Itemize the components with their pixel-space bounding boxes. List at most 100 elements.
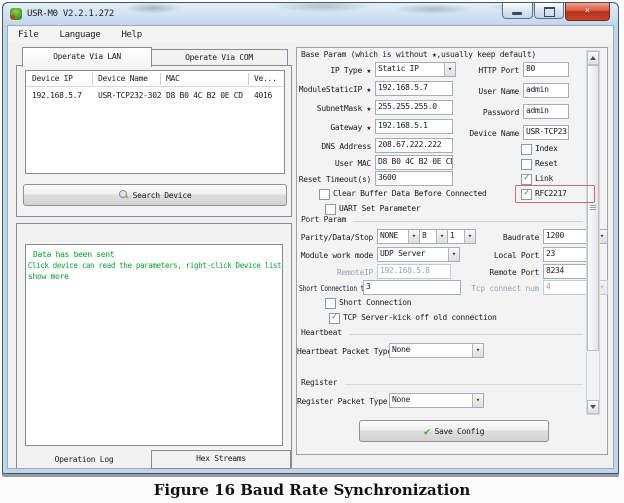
chevron-down-icon: ▾ (472, 344, 483, 357)
tcp-connect-num-label: Tcp connect num (463, 282, 539, 295)
gateway-input[interactable]: 192.168.5.1 (375, 119, 453, 134)
col-device-name[interactable]: Device Name (98, 73, 148, 85)
log-line: show more (26, 271, 282, 282)
kick-old-connection-checkbox[interactable]: ✓ (329, 313, 340, 324)
subnet-mask-input[interactable]: 255.255.255.0 (375, 100, 453, 115)
close-button[interactable]: ✕ (565, 3, 610, 21)
ip-type-select[interactable]: Static IP▾ (375, 62, 456, 77)
search-device-button[interactable]: Search Device (23, 184, 287, 206)
device-name-input[interactable]: USR-TCP23 (523, 125, 569, 140)
link-checkbox[interactable]: ✓ (521, 174, 532, 185)
scroll-up-button[interactable] (587, 51, 599, 65)
module-static-ip-label: ModuleStaticIP ★ (297, 83, 371, 96)
col-version[interactable]: Ve... (254, 73, 277, 85)
menu-bar: File Language Help (8, 26, 613, 43)
parity-data-stop-label: Parity/Data/Stop (297, 231, 373, 244)
log-tab-control: Data has been sent Click device can read… (16, 223, 292, 468)
scrollbar[interactable] (586, 50, 600, 415)
lan-tab-page: Device IP Device Name MAC Ve... 192.168.… (16, 65, 292, 217)
save-check-icon: ✔ (424, 426, 431, 437)
arrow-up-icon (590, 56, 596, 60)
save-config-button[interactable]: ✔ Save Config (359, 420, 549, 442)
maximize-icon (544, 7, 555, 17)
cell-device-name: USR-TCP232-302 (98, 90, 161, 102)
figure-caption: Figure 16 Baud Rate Synchronization (0, 481, 624, 499)
app-window: USR-M0 V2.2.1.272 ✕ File Language Help O… (2, 2, 619, 474)
col-device-ip[interactable]: Device IP (32, 73, 73, 85)
short-connection-checkbox[interactable] (325, 298, 336, 309)
minimize-button[interactable] (502, 3, 533, 19)
log-line: Click device can read the parameters, ri… (26, 260, 262, 271)
module-static-ip-input[interactable]: 192.168.5.7 (375, 81, 453, 96)
port-param-header: Port Param (301, 215, 349, 224)
gateway-label: Gateway ★ (297, 121, 371, 134)
register-packet-type-select[interactable]: None▾ (389, 393, 484, 408)
baudrate-label: Baudrate (467, 231, 539, 244)
parity-select[interactable]: NONE▾ (377, 229, 420, 244)
ip-type-label: IP Type ★ (297, 64, 371, 77)
uart-set-label: UART Set Parameter (339, 202, 420, 215)
http-port-input[interactable]: 80 (523, 62, 569, 77)
chevron-down-icon: ▾ (436, 230, 447, 243)
cell-version: 4016 (254, 90, 272, 102)
password-input[interactable]: admin (523, 104, 569, 119)
dns-address-label: DNS Address (297, 140, 371, 153)
dns-address-input[interactable]: 208.67.222.222 (375, 138, 453, 153)
tab-operation-log[interactable]: Operation Log (17, 452, 151, 468)
short-connection-label: Short Connection (339, 296, 411, 309)
window-title: USR-M0 V2.2.1.272 (27, 3, 114, 25)
local-port-label: Local Port (467, 249, 539, 262)
http-port-label: HTTP Port (451, 64, 519, 77)
cell-device-ip: 192.168.5.7 (32, 90, 82, 102)
operation-log-panel[interactable]: Data has been sent Click device can read… (25, 244, 283, 446)
title-bar[interactable]: USR-M0 V2.2.1.272 ✕ (3, 3, 618, 25)
minimize-icon (512, 12, 522, 15)
menu-language[interactable]: Language (57, 30, 102, 40)
scrollbar-thumb[interactable] (587, 65, 599, 351)
client-area: File Language Help Operate Via LAN Opera… (7, 25, 614, 469)
reset-label: Reset (535, 157, 558, 170)
work-mode-label: Module work mode (297, 249, 373, 262)
kick-old-connection-label: TCP Server-kick off old connection (343, 311, 497, 324)
user-name-input[interactable]: admin (523, 83, 569, 98)
index-checkbox[interactable] (521, 144, 532, 155)
index-label: Index (535, 142, 558, 155)
arrow-down-icon (590, 405, 596, 409)
chevron-down-icon: ▾ (448, 248, 459, 261)
reset-checkbox[interactable] (521, 159, 532, 170)
app-icon (10, 8, 22, 20)
subnet-mask-label: SubnetMask ★ (297, 102, 371, 115)
tab-hex-streams[interactable]: Hex Streams (151, 450, 291, 469)
chevron-down-icon: ▾ (408, 230, 419, 243)
link-label: Link (535, 172, 553, 185)
uart-set-checkbox[interactable] (325, 204, 336, 215)
scroll-down-button[interactable] (587, 400, 599, 414)
check-icon: ✓ (332, 312, 337, 322)
remote-ip-input[interactable]: 192.168.5.8 (377, 264, 451, 279)
clear-buffer-checkbox[interactable] (319, 189, 330, 200)
remote-port-label: Remote Port (467, 266, 539, 279)
check-icon: ✓ (524, 173, 529, 183)
user-name-label: User Name (451, 85, 519, 98)
clear-buffer-label: Clear Buffer Data Before Connected (333, 187, 487, 200)
maximize-button[interactable] (534, 3, 564, 19)
param-panel: Base Param (which is without ★,usually k… (296, 47, 608, 455)
menu-file[interactable]: File (16, 30, 40, 40)
rfc2217-highlight-box (515, 185, 595, 203)
lan-tab-control: Operate Via LAN Operate Via COM Device I… (16, 47, 292, 215)
device-list[interactable]: Device IP Device Name MAC Ve... 192.168.… (25, 70, 285, 174)
data-bits-select[interactable]: 8▾ (419, 229, 448, 244)
heartbeat-packet-type-select[interactable]: None▾ (389, 343, 484, 358)
base-param-header: Base Param (which is without ★,usually k… (301, 50, 539, 59)
menu-help[interactable]: Help (119, 30, 143, 40)
cell-mac: D8 B0 4C B2 0E CD (166, 90, 243, 102)
col-mac[interactable]: MAC (166, 73, 180, 85)
password-label: Password (451, 106, 519, 119)
short-connection-time-input[interactable]: 3 (363, 280, 461, 295)
user-mac-input[interactable]: D8 B0 4C B2 0E CD (375, 155, 453, 170)
heartbeat-packet-type-label: Heartbeat Packet Type (297, 345, 385, 358)
tab-operate-via-lan[interactable]: Operate Via LAN (22, 47, 152, 67)
chevron-down-icon: ▾ (472, 394, 483, 407)
work-mode-select[interactable]: UDP Server▾ (377, 247, 460, 262)
reset-timeout-input[interactable]: 3600 (375, 171, 453, 186)
